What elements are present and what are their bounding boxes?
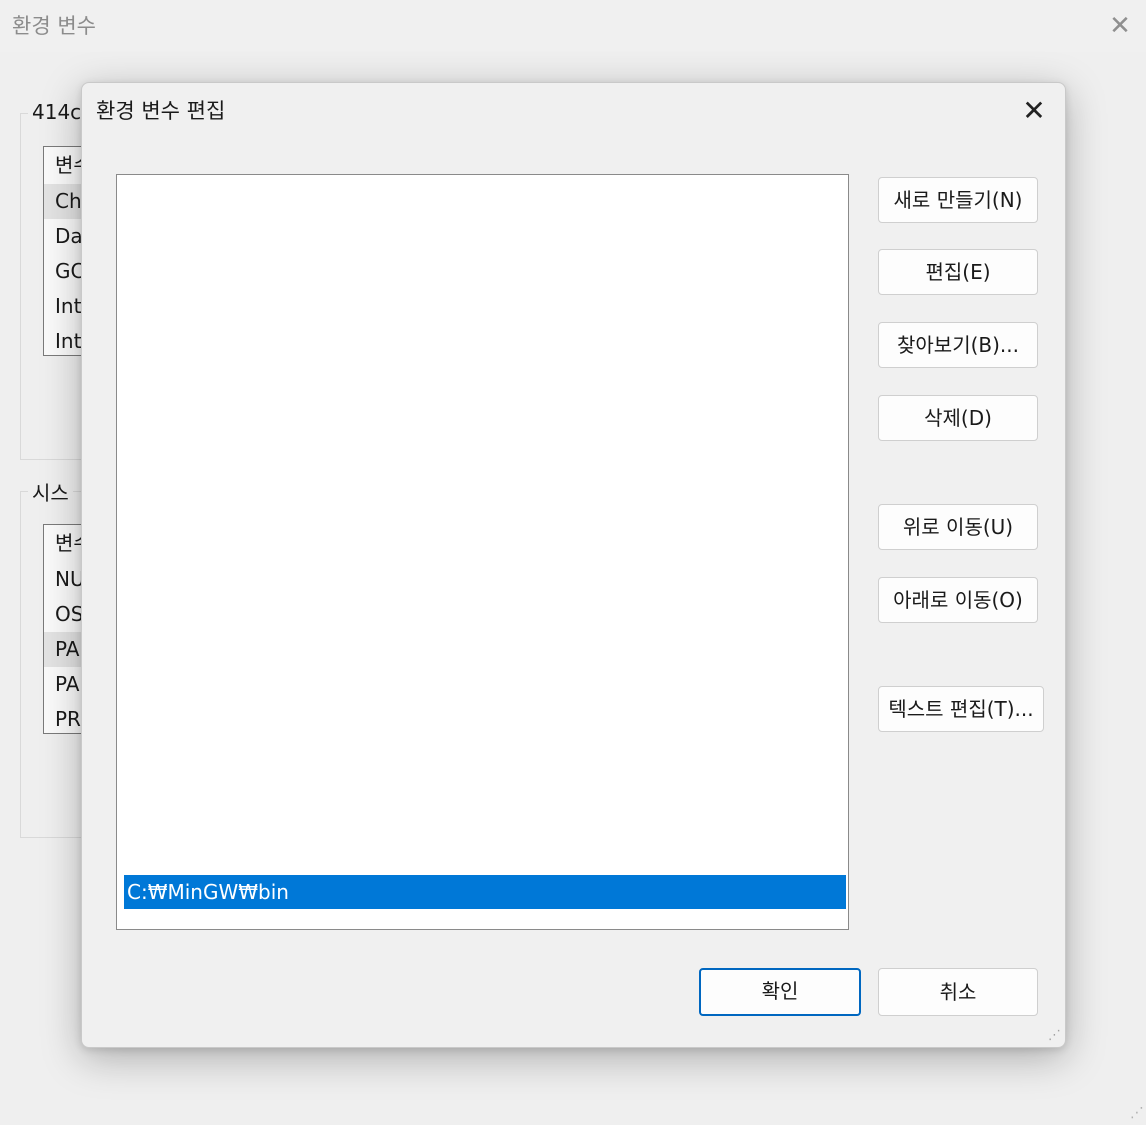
ok-button[interactable]: 확인 bbox=[699, 968, 861, 1016]
resize-grip-icon[interactable]: ⋰ bbox=[1048, 1028, 1061, 1043]
bg-titlebar: 환경 변수 ✕ bbox=[0, 0, 1146, 52]
system-variables-label: 시스 bbox=[28, 477, 73, 506]
path-entries-list[interactable]: C:₩MinGW₩bin bbox=[116, 174, 849, 930]
resize-grip-icon[interactable]: ⋰ bbox=[1130, 1105, 1144, 1121]
bg-window-title: 환경 변수 bbox=[12, 14, 96, 38]
new-button[interactable]: 새로 만들기(N) bbox=[878, 177, 1038, 223]
dialog-titlebar: 환경 변수 편집 ✕ bbox=[82, 83, 1065, 135]
edit-environment-variable-dialog: 환경 변수 편집 ✕ C:₩MinGW₩bin 새로 만들기(N) 편집(E) … bbox=[81, 82, 1066, 1048]
move-up-button[interactable]: 위로 이동(U) bbox=[878, 504, 1038, 550]
list-item[interactable]: C:₩MinGW₩bin bbox=[124, 875, 846, 909]
edit-text-button[interactable]: 텍스트 편집(T)... bbox=[878, 686, 1044, 732]
user-variables-label: 414c bbox=[28, 100, 86, 124]
close-icon[interactable]: ✕ bbox=[1104, 8, 1136, 44]
dialog-title: 환경 변수 편집 bbox=[96, 99, 226, 123]
delete-button[interactable]: 삭제(D) bbox=[878, 395, 1038, 441]
cancel-button[interactable]: 취소 bbox=[878, 968, 1038, 1016]
edit-button[interactable]: 편집(E) bbox=[878, 249, 1038, 295]
move-down-button[interactable]: 아래로 이동(O) bbox=[878, 577, 1038, 623]
browse-button[interactable]: 찾아보기(B)... bbox=[878, 322, 1038, 368]
close-icon[interactable]: ✕ bbox=[1016, 91, 1052, 131]
